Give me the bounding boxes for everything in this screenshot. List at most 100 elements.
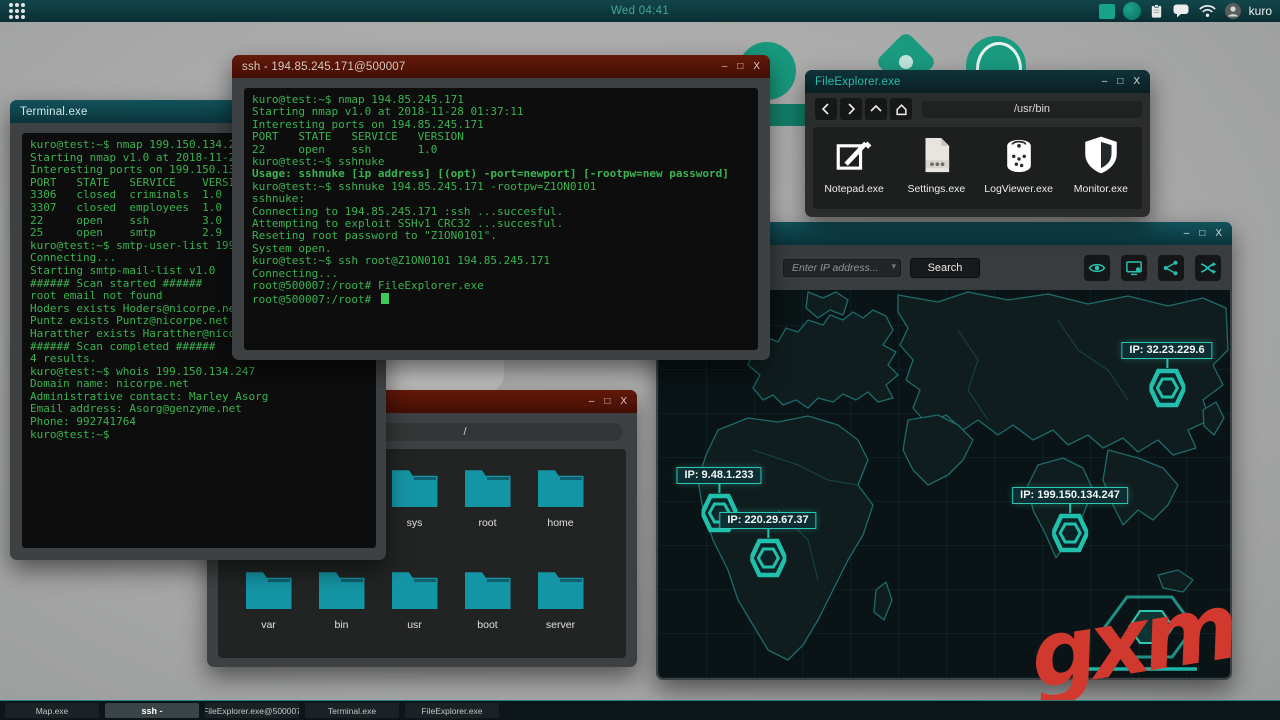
terminal-line: Phone: 992741764 xyxy=(30,415,136,429)
terminal-line: Starting nmap v1.0 at 2018-11-28 01:37:1… xyxy=(252,105,524,119)
terminal-line: kuro@test:~$ xyxy=(30,427,110,441)
remote-desktop-button[interactable] xyxy=(1121,254,1147,281)
map-node-group: IP: 199.150.134.247 xyxy=(1012,487,1128,553)
taskbar-item[interactable]: Map.exe xyxy=(5,703,99,718)
ssh-titlebar[interactable]: ssh - 194.85.245.171@500007 – □ X xyxy=(232,55,770,78)
app-label: Monitor.exe xyxy=(1073,183,1129,195)
map-node-stem xyxy=(1068,504,1071,513)
terminal-line: sshnuke: xyxy=(252,192,305,206)
close-button[interactable]: X xyxy=(1133,76,1140,87)
terminal-line: root@500007:/root# xyxy=(252,293,750,306)
maximize-button[interactable]: □ xyxy=(737,61,743,72)
app-label: Settings.exe xyxy=(907,183,966,195)
system-tray: kuro xyxy=(1098,2,1280,20)
share-icon xyxy=(1163,260,1178,275)
taskbar-item[interactable]: FileExplorer.exe@500007 xyxy=(205,703,299,718)
wifi-icon[interactable] xyxy=(1198,4,1217,18)
terminal-output[interactable]: kuro@test:~$ nmap 194.85.245.171 Starting… xyxy=(244,88,758,350)
maximize-button[interactable]: □ xyxy=(1117,76,1123,87)
search-button[interactable]: Search xyxy=(910,257,980,278)
close-button[interactable]: X xyxy=(620,396,627,407)
folder-item[interactable]: boot xyxy=(451,561,524,653)
file-explorer-titlebar[interactable]: FileExplorer.exe – □ X xyxy=(805,70,1150,93)
terminal-line: kuro@test:~$ sshnuke 194.85.245.171 -roo… xyxy=(252,179,597,193)
terminal-line: Domain name: nicorpe.net xyxy=(30,377,189,391)
folder-item[interactable]: root xyxy=(451,459,524,551)
map-node-group: IP: 32.23.229.6 xyxy=(1121,342,1213,408)
shield-icon xyxy=(1085,136,1117,174)
chevron-up-icon xyxy=(870,104,882,112)
terminal-line: PORT STATE SERVICE VERSION xyxy=(252,130,464,144)
close-button[interactable]: X xyxy=(1215,228,1222,239)
minimize-button[interactable]: – xyxy=(722,61,728,72)
chat-icon[interactable] xyxy=(1172,3,1190,19)
taskbar-item[interactable]: FileExplorer.exe xyxy=(405,703,499,718)
tray-circle-icon[interactable] xyxy=(1122,2,1141,20)
app-label: Notepad.exe xyxy=(824,183,884,195)
minimize-button[interactable]: – xyxy=(1184,228,1190,239)
map-ip-label[interactable]: IP: 199.150.134.247 xyxy=(1012,487,1128,504)
terminal-line: Reseting root password to "Z1ON0101". xyxy=(252,229,498,243)
eye-icon-button[interactable] xyxy=(1084,254,1110,281)
app-launcher-icon[interactable] xyxy=(9,3,25,19)
map-ip-label[interactable]: IP: 220.29.67.37 xyxy=(719,512,817,529)
clock: Wed 04:41 xyxy=(610,5,670,17)
map-node-stem xyxy=(767,529,769,538)
notepad-icon xyxy=(836,141,872,170)
app-item-monitor[interactable]: Monitor.exe xyxy=(1062,134,1140,195)
map-node-stem xyxy=(717,484,720,493)
up-button[interactable] xyxy=(865,98,887,120)
explorer-toolbar: /usr/bin xyxy=(815,97,1142,121)
folder-item[interactable]: home xyxy=(524,459,597,551)
watermark-logo: gxm xyxy=(1022,572,1241,711)
maximize-button[interactable]: □ xyxy=(1199,228,1205,239)
terminal-line: Usage: sshnuke [ip address] [(opt) -port… xyxy=(252,167,729,181)
map-node-icon[interactable] xyxy=(1051,513,1088,553)
home-icon xyxy=(895,103,907,115)
monitor-icon xyxy=(1126,260,1142,275)
home-button[interactable] xyxy=(890,98,912,120)
window-title: ssh - 194.85.245.171@500007 xyxy=(242,60,406,73)
shuffle-icon xyxy=(1201,261,1217,274)
folder-item[interactable]: bin xyxy=(305,561,378,653)
eye-icon xyxy=(1088,263,1106,272)
tray-square-icon[interactable] xyxy=(1098,3,1115,19)
folder-row: sys root home xyxy=(378,459,597,551)
top-bar: Wed 04:41 kuro xyxy=(0,0,1280,22)
username[interactable]: kuro xyxy=(1249,4,1272,18)
map-node-icon[interactable] xyxy=(1148,368,1185,408)
taskbar-item[interactable]: ssh - xyxy=(105,703,199,718)
transfer-button[interactable] xyxy=(1195,254,1221,281)
back-button[interactable] xyxy=(815,98,837,120)
file-icon xyxy=(925,137,950,173)
taskbar: Map.exe ssh - FileExplorer.exe@500007 Termi… xyxy=(0,700,1280,720)
share-button[interactable] xyxy=(1158,254,1184,281)
chevron-right-icon xyxy=(848,103,856,115)
window-title: FileExplorer.exe xyxy=(815,75,901,88)
map-node-group: IP: 220.29.67.37 xyxy=(719,512,817,578)
forward-button[interactable] xyxy=(840,98,862,120)
user-avatar[interactable] xyxy=(1224,3,1241,19)
folder-item[interactable]: server xyxy=(524,561,597,653)
map-node-icon[interactable] xyxy=(750,538,786,578)
file-list: Notepad.exe Settings.exe LogViewer.exe M… xyxy=(813,127,1142,209)
ip-search-input[interactable] xyxy=(783,259,901,277)
address-bar[interactable]: /usr/bin xyxy=(922,100,1142,118)
taskbar-item[interactable]: Terminal.exe xyxy=(305,703,399,718)
close-button[interactable]: X xyxy=(753,61,760,72)
folder-item[interactable]: sys xyxy=(378,459,451,551)
app-item-logviewer[interactable]: LogViewer.exe xyxy=(980,134,1058,195)
app-item-notepad[interactable]: Notepad.exe xyxy=(815,134,893,195)
clipboard-icon[interactable] xyxy=(1149,3,1164,19)
folder-item[interactable]: var xyxy=(232,561,305,653)
app-label: LogViewer.exe xyxy=(984,183,1053,195)
app-item-settings[interactable]: Settings.exe xyxy=(897,134,975,195)
map-ip-label[interactable]: IP: 9.48.1.233 xyxy=(676,467,762,484)
minimize-button[interactable]: – xyxy=(1102,76,1108,87)
folder-item[interactable]: usr xyxy=(378,561,451,653)
window-title: Terminal.exe xyxy=(20,105,88,118)
maximize-button[interactable]: □ xyxy=(604,396,610,407)
terminal-line: root@500007:/root# FileExplorer.exe xyxy=(252,279,484,293)
map-ip-label[interactable]: IP: 32.23.229.6 xyxy=(1121,342,1213,359)
minimize-button[interactable]: – xyxy=(589,396,595,407)
